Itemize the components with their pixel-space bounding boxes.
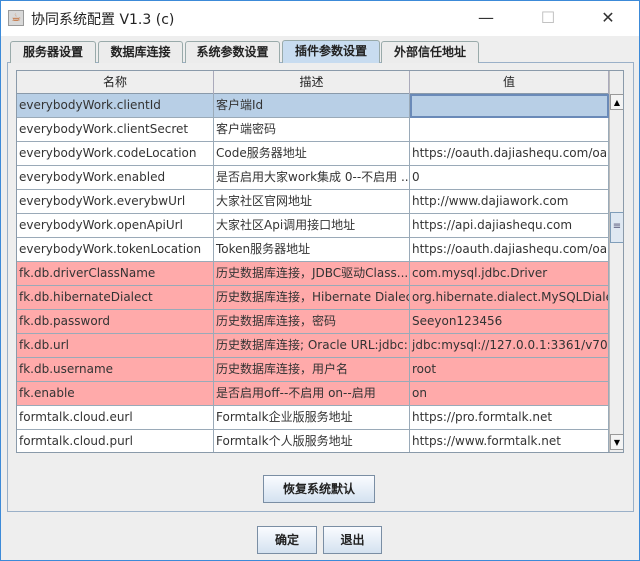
cell-value[interactable]: https://pro.formtalk.net: [410, 406, 609, 430]
cell-value[interactable]: Seeyon123456: [410, 310, 609, 334]
cell-value[interactable]: on: [410, 382, 609, 406]
window-title: 协同系统配置 V1.3 (c): [31, 12, 175, 28]
cell-value[interactable]: [410, 94, 609, 118]
cell-description[interactable]: Token服务器地址: [214, 238, 410, 262]
table-row[interactable]: formtalk.cloud.purl Formtalk个人版服务地址 https:…: [17, 430, 609, 452]
exit-button[interactable]: 退出: [323, 526, 382, 554]
table-row[interactable]: fk.db.password 历史数据库连接，密码 Seeyon123456: [17, 310, 609, 334]
maximize-button[interactable]: ☐: [525, 1, 571, 36]
scroll-up-arrow-icon[interactable]: ▲: [610, 94, 623, 110]
cell-description[interactable]: 历史数据库连接，JDBC驱动Class...: [214, 262, 410, 286]
cell-description[interactable]: 客户端密码: [214, 118, 410, 142]
cell-description[interactable]: 历史数据库连接，用户名: [214, 358, 410, 382]
table-row[interactable]: fk.db.username 历史数据库连接，用户名 root: [17, 358, 609, 382]
table-row[interactable]: everybodyWork.codeLocation Code服务器地址 https…: [17, 142, 609, 166]
cell-name[interactable]: everybodyWork.openApiUrl: [17, 214, 214, 238]
cell-value[interactable]: [410, 118, 609, 142]
cell-name[interactable]: everybodyWork.tokenLocation: [17, 238, 214, 262]
cell-description[interactable]: 历史数据库连接; Oracle URL:jdbc:...: [214, 334, 410, 358]
cell-description[interactable]: 历史数据库连接，密码: [214, 310, 410, 334]
scroll-down-arrow-icon[interactable]: ▼: [610, 434, 623, 450]
column-header-name[interactable]: 名称: [17, 71, 214, 94]
cell-value[interactable]: root: [410, 358, 609, 382]
cell-name[interactable]: fk.enable: [17, 382, 214, 406]
cell-name[interactable]: fk.db.password: [17, 310, 214, 334]
column-header-description[interactable]: 描述: [214, 71, 410, 94]
cell-value[interactable]: 0: [410, 166, 609, 190]
table-row[interactable]: fk.db.driverClassName 历史数据库连接，JDBC驱动Class…: [17, 262, 609, 286]
cell-value[interactable]: http://www.dajiawork.com: [410, 190, 609, 214]
cell-description[interactable]: 历史数据库连接，Hibernate Dialect: [214, 286, 410, 310]
tab-database-connection[interactable]: 数据库连接: [98, 41, 183, 63]
tab-system-params[interactable]: 系统参数设置: [185, 41, 280, 63]
cell-value[interactable]: https://oauth.dajiashequ.com/oau...: [410, 142, 609, 166]
cell-name[interactable]: everybodyWork.clientId: [17, 94, 214, 118]
cell-name[interactable]: fk.db.hibernateDialect: [17, 286, 214, 310]
table-header: 名称 描述 值: [17, 71, 609, 94]
cell-description[interactable]: 大家社区官网地址: [214, 190, 410, 214]
cell-description[interactable]: 大家社区Api调用接口地址: [214, 214, 410, 238]
minimize-button[interactable]: —: [463, 1, 509, 36]
cell-value[interactable]: https://www.formtalk.net: [410, 430, 609, 452]
cell-name[interactable]: fk.db.url: [17, 334, 214, 358]
tab-plugin-params[interactable]: 插件参数设置: [282, 40, 380, 63]
table-row[interactable]: fk.db.hibernateDialect 历史数据库连接，Hibernate …: [17, 286, 609, 310]
cell-name[interactable]: fk.db.driverClassName: [17, 262, 214, 286]
cell-value[interactable]: org.hibernate.dialect.MySQLDialect: [410, 286, 609, 310]
table-row[interactable]: fk.db.url 历史数据库连接; Oracle URL:jdbc:... jdb…: [17, 334, 609, 358]
cell-value[interactable]: https://api.dajiashequ.com: [410, 214, 609, 238]
cell-name[interactable]: everybodyWork.clientSecret: [17, 118, 214, 142]
table-row[interactable]: fk.enable 是否启用off--不启用 on--启用 on: [17, 382, 609, 406]
title-bar: ☕ 协同系统配置 V1.3 (c) — ☐ ✕: [1, 1, 639, 36]
cell-description[interactable]: 客户端Id: [214, 94, 410, 118]
table-row[interactable]: everybodyWork.openApiUrl 大家社区Api调用接口地址 htt…: [17, 214, 609, 238]
cell-name[interactable]: everybodyWork.everybwUrl: [17, 190, 214, 214]
cell-description[interactable]: 是否启用off--不启用 on--启用: [214, 382, 410, 406]
cell-value[interactable]: jdbc:mysql://127.0.0.1:3361/v70s...: [410, 334, 609, 358]
table-row[interactable]: everybodyWork.clientId 客户端Id: [17, 94, 609, 118]
column-header-value[interactable]: 值: [410, 71, 609, 94]
cell-value[interactable]: https://oauth.dajiashequ.com/oau...: [410, 238, 609, 262]
tab-external-trust[interactable]: 外部信任地址: [381, 41, 479, 63]
cell-name[interactable]: fk.db.username: [17, 358, 214, 382]
cell-name[interactable]: everybodyWork.enabled: [17, 166, 214, 190]
ok-button[interactable]: 确定: [257, 526, 317, 554]
table-row[interactable]: formtalk.cloud.eurl Formtalk企业版服务地址 https:…: [17, 406, 609, 430]
cell-description[interactable]: Code服务器地址: [214, 142, 410, 166]
scroll-thumb[interactable]: ≡: [610, 212, 623, 243]
table-row[interactable]: everybodyWork.enabled 是否启用大家work集成 0--不启用…: [17, 166, 609, 190]
cell-value[interactable]: com.mysql.jdbc.Driver: [410, 262, 609, 286]
tab-server-settings[interactable]: 服务器设置: [10, 41, 96, 63]
close-button[interactable]: ✕: [585, 1, 631, 36]
cell-description[interactable]: 是否启用大家work集成 0--不启用 ...: [214, 166, 410, 190]
table-row[interactable]: everybodyWork.tokenLocation Token服务器地址 htt…: [17, 238, 609, 262]
java-app-icon: ☕: [8, 10, 24, 26]
cell-name[interactable]: formtalk.cloud.eurl: [17, 406, 214, 430]
cell-name[interactable]: everybodyWork.codeLocation: [17, 142, 214, 166]
vertical-scrollbar[interactable]: ▲ ≡ ▼: [609, 71, 623, 452]
params-table: 名称 描述 值 everybodyWork.clientId 客户端Id every…: [16, 70, 624, 453]
table-row[interactable]: everybodyWork.everybwUrl 大家社区官网地址 http://w…: [17, 190, 609, 214]
cell-description[interactable]: Formtalk企业版服务地址: [214, 406, 410, 430]
table-row[interactable]: everybodyWork.clientSecret 客户端密码: [17, 118, 609, 142]
cell-description[interactable]: Formtalk个人版服务地址: [214, 430, 410, 452]
cell-name[interactable]: formtalk.cloud.purl: [17, 430, 214, 452]
restore-defaults-button[interactable]: 恢复系统默认: [263, 475, 375, 503]
